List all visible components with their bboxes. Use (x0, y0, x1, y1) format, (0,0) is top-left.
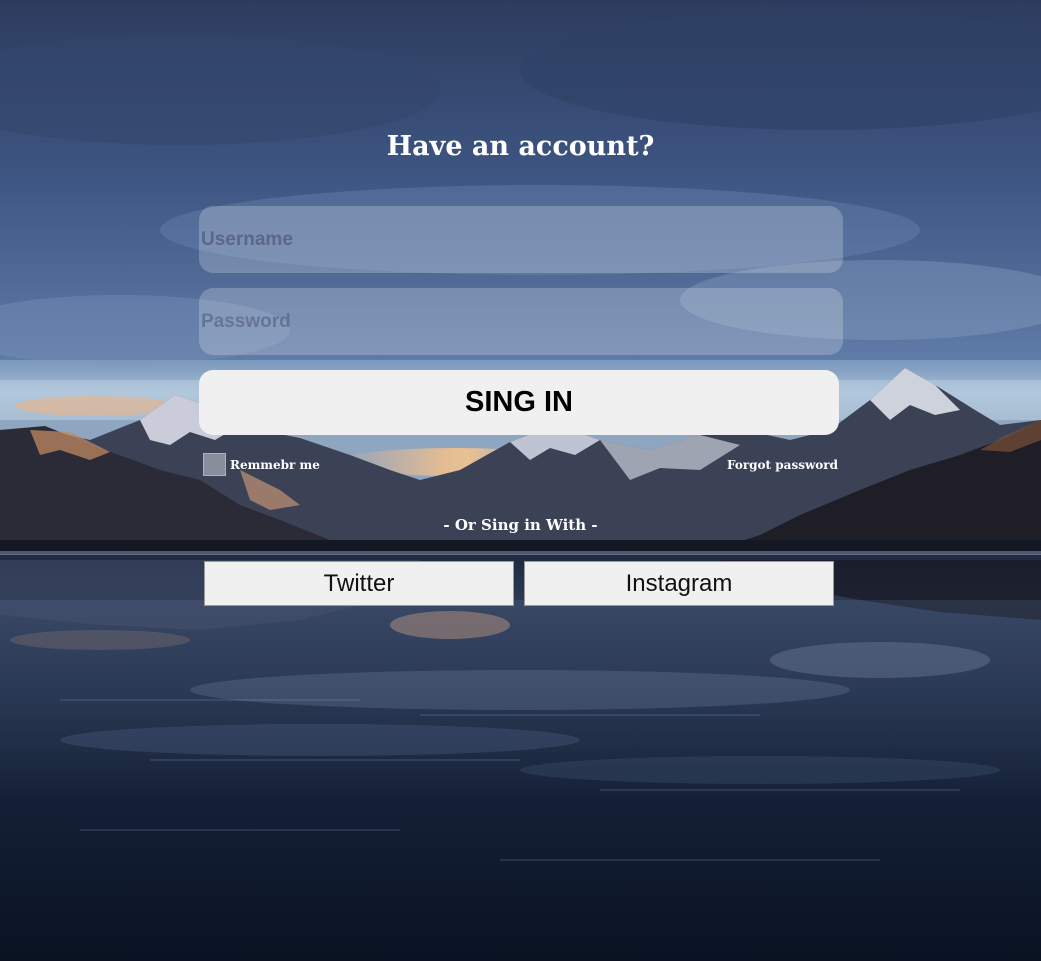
instagram-login-button[interactable]: Instagram (524, 561, 834, 606)
password-input[interactable] (199, 288, 843, 355)
twitter-login-button[interactable]: Twitter (204, 561, 514, 606)
remember-me-control[interactable]: Remmebr me (203, 453, 320, 476)
forgot-password-link[interactable]: Forgot password (727, 458, 838, 472)
social-divider-text: - Or Sing in With - (443, 516, 598, 534)
page-title: Have an account? (386, 131, 655, 162)
remember-me-checkbox[interactable] (203, 453, 226, 476)
username-input[interactable] (199, 206, 843, 273)
remember-me-label: Remmebr me (230, 457, 320, 472)
sign-in-button[interactable]: SING IN (199, 370, 839, 435)
